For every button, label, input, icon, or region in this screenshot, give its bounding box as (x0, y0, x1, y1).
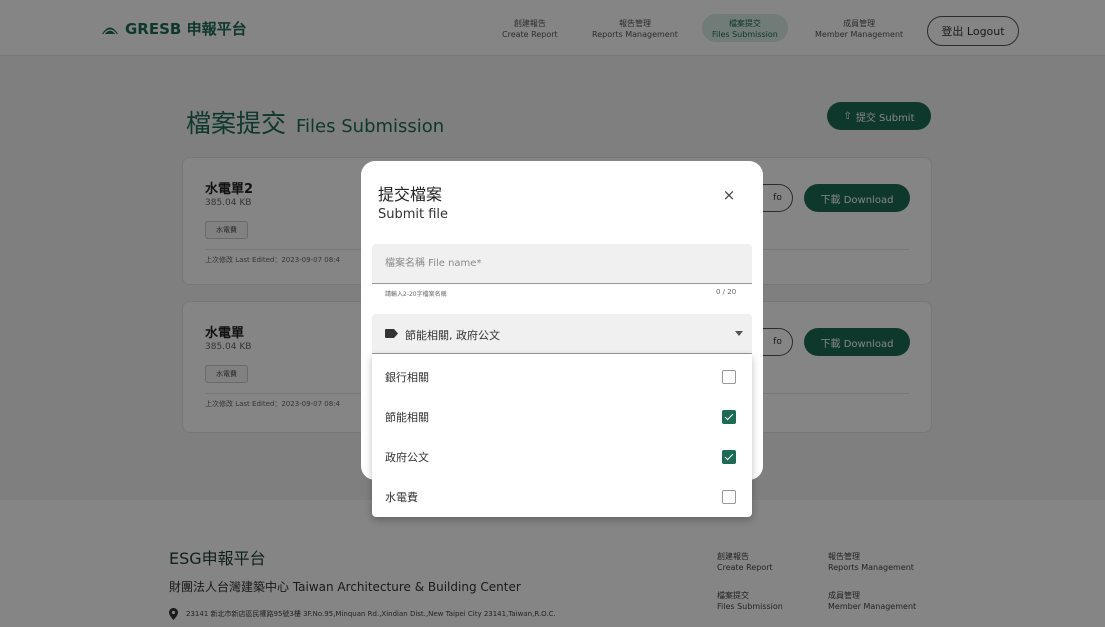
tag-option-government[interactable]: 政府公文 (372, 436, 752, 476)
file-name-helper: 請輸入2-20字檔案名稱 (385, 291, 447, 298)
tag-option-utility[interactable]: 水電費 (372, 476, 752, 516)
dialog-title-en: Submit file (378, 207, 449, 222)
file-name-field[interactable] (372, 244, 752, 284)
tag-option-label: 政府公文 (385, 451, 429, 464)
tag-icon (385, 329, 398, 338)
option-checkbox-checked[interactable] (722, 450, 736, 464)
tag-option-energy[interactable]: 節能相關 (372, 396, 752, 436)
tag-dropdown-menu: 銀行相關 節能相關 政府公文 水電費 (372, 354, 752, 517)
tag-option-label: 水電費 (385, 491, 418, 504)
tag-option-label: 節能相關 (385, 411, 429, 424)
option-checkbox[interactable] (722, 370, 736, 384)
dialog-title-zh: 提交檔案 (378, 185, 443, 204)
character-counter: 0 / 20 (716, 288, 737, 296)
chevron-down-icon[interactable] (735, 331, 743, 336)
tag-option-bank[interactable]: 銀行相關 (372, 356, 752, 396)
tag-option-label: 銀行相關 (385, 371, 429, 384)
option-checkbox[interactable] (722, 490, 736, 504)
file-name-input[interactable] (372, 244, 752, 283)
close-icon[interactable]: × (721, 186, 737, 204)
tag-select[interactable]: 節能相關, 政府公文 (372, 314, 752, 354)
tag-select-value: 節能相關, 政府公文 (405, 329, 500, 342)
option-checkbox-checked[interactable] (722, 410, 736, 424)
